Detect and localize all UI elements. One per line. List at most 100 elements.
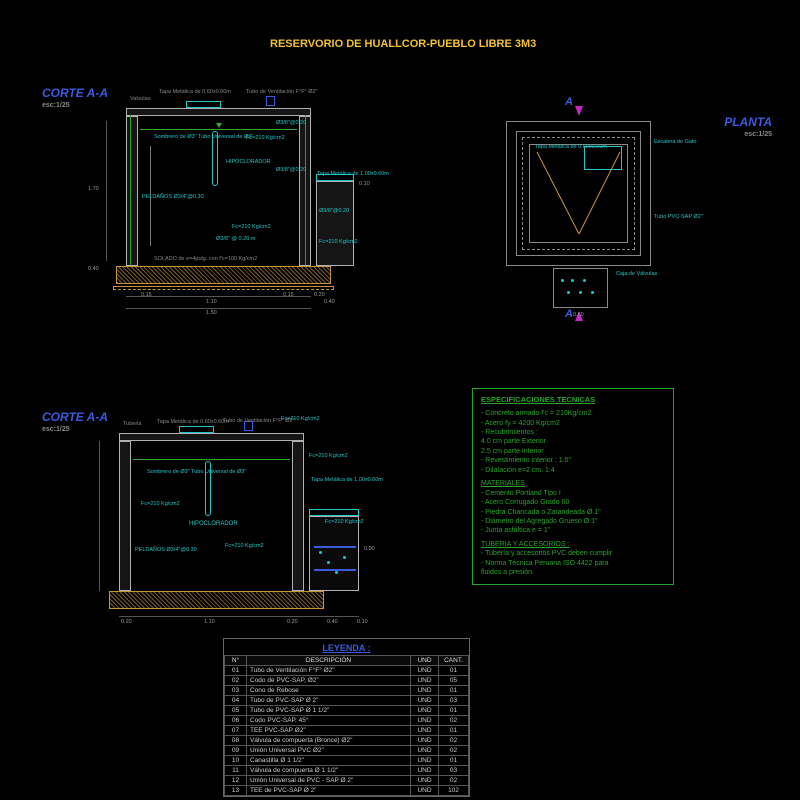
table-row: 08Válvula de compuerta (Bronce) Ø2"UND02 [225,736,469,746]
ann-peldanos1: PELDAÑOS Ø3/4"@0.30 [142,194,204,200]
ann-fc3: Fc=210 Kg/cm2 [319,239,358,245]
table-cell: TEE PVC-SAP Ø2" [247,726,411,736]
table-cell: UND [411,786,439,796]
spec-line-a1: - Acero fy = 4200 Kg/cm2 [481,419,665,428]
c2-hipo-label: HIPOCLORADOR [189,521,238,527]
c2-pipe2 [314,569,356,571]
c2-fc-e: Fc=210 Kg/cm2 [141,501,180,507]
legend-title: LEYENDA : [224,639,469,655]
table-cell: Unión Universal de PVC - SAP Ø 2" [247,776,411,786]
corte1-drawing: Tapa Metálica de 0.60x0.60m Tubo de Vent… [115,95,355,310]
pl-dot5 [579,291,582,294]
planta-name: PLANTA [724,115,772,129]
table-cell: Tubo de PVC-SAP Ø 2" [247,696,411,706]
c2-d1 [319,551,322,554]
table-cell: Cono de Rebose [247,686,411,696]
table-cell: 01 [225,666,247,676]
spec-line-b1: - Acero Corrugado Grado 60 [481,498,665,507]
c2-peld: PELDAÑOS Ø3/4"@0.30 [135,547,197,553]
table-cell: 03 [439,696,469,706]
table-cell: 102 [439,786,469,796]
rebar-l [130,115,131,265]
table-cell: 06 [225,716,247,726]
table-cell: UND [411,756,439,766]
spec-sub-mat: MATERIALES [481,479,665,488]
table-cell: Codo PVC-SAP, 45° [247,716,411,726]
ann-fc1: Fc=210 Kg/cm2 [246,135,285,141]
water-line [140,129,297,130]
table-cell: Válvula de compuerta (Bronce) Ø2" [247,736,411,746]
rebar-r [305,115,306,265]
table-cell: UND [411,726,439,736]
table-cell: 10 [225,756,247,766]
legend-th-num: N° [225,656,247,666]
dim-0-20: 0.20 [314,292,325,298]
dim-0-15l: 0.15 [141,292,152,298]
table-cell: 03 [225,686,247,696]
table-cell: 11 [225,766,247,776]
table-row: 01Tubo de Ventilación F°F° Ø2"UND01 [225,666,469,676]
ann-valv: Valvulas [130,96,150,102]
c2-valve-lid [309,509,359,516]
pl-dot6 [591,291,594,294]
dim-0-40g: 0.40 [324,299,335,305]
table-row: 10Canastilla Ø 1 1/2"UND01 [225,756,469,766]
corte2-name: CORTE A-A [42,410,108,424]
table-cell: 02 [225,676,247,686]
table-cell: Tubo de Ventilación F°F° Ø2" [247,666,411,676]
ann-solado: SOLADO de e=4pulg. con f'c=100 Kg/cm2 [154,256,257,262]
ann-fc2: Fc=210 Kg/cm2 [232,224,271,230]
c2-fc-b: Fc=210 Kg/cm2 [309,453,348,459]
spec-line-a2: - Recubrimientos : [481,428,665,437]
dim-0-10: 0.10 [359,181,370,187]
table-cell: 01 [439,666,469,676]
legend-table: N° DESCRIPCIÓN UND CANT. 01Tubo de Venti… [224,655,469,796]
view-corte2-title: CORTE A-A esc:1/25 [42,410,108,433]
c2-dimE: 0.10 [357,619,368,625]
c2-valve-box [309,516,359,591]
table-row: 11Válvula de compuerta Ø 1 1/2"UND03 [225,766,469,776]
floor-slab [116,266,331,284]
spec-line-a3: 4.0 cm parte Exterior [481,437,665,446]
table-cell: UND [411,686,439,696]
dim-1-70: 1.70 [88,186,99,192]
ann-tubo-vent: Tubo de Ventilación F°F° Ø2" [246,89,318,95]
left-wall [126,116,138,266]
table-row: 09Unión Universal PVC Ø2"UND02 [225,746,469,756]
c2-tuberia: Tuberia [123,421,141,427]
c2-somb: Sombrero de Ø3" Tubo Universal de Ø3" [147,469,246,475]
corte1-scale: esc:1/25 [42,102,108,109]
table-cell: TEE de PVC-SAP Ø 2" [247,786,411,796]
table-row: 06Codo PVC-SAP, 45°UND02 [225,716,469,726]
dim-0-40: 0.40 [88,266,99,272]
table-cell: 01 [439,686,469,696]
c2-dimA: 0.20 [121,619,132,625]
c2-rw [292,441,304,591]
dim-1-50: 1.50 [206,310,217,316]
legend-th-cant: CANT. [439,656,469,666]
pl-ann-escalera: Escalera de Gato [654,139,697,145]
pl-ann-sap: Tubo PVC-SAP Ø2" [654,214,703,220]
c2-d2 [327,561,330,564]
legend-th-desc: DESCRIPCIÓN [247,656,411,666]
table-cell: UND [411,666,439,676]
table-cell: UND [411,776,439,786]
table-cell: 01 [439,706,469,716]
table-cell: 02 [439,776,469,786]
c2-dimB: 1.10 [204,619,215,625]
c2-tapab: Tapa Metálica de 1.00x0.60m [311,477,383,483]
table-cell: UND [411,676,439,686]
spec-sub-tub: TUBERIA Y ACCESORIOS : [481,540,665,549]
table-cell: Tubo de PVC-SAP Ø 1 1/2" [247,706,411,716]
table-cell: 09 [225,746,247,756]
pl-dim-060: 0.60 [573,312,584,318]
table-cell: UND [411,736,439,746]
table-cell: 02 [439,716,469,726]
table-cell: Válvula de compuerta Ø 1 1/2" [247,766,411,776]
table-cell: 05 [225,706,247,716]
spec-line-a6: - Dilatación e=2 cm. 1:4 [481,466,665,475]
table-cell: UND [411,746,439,756]
dim-0-15r: 0.15 [283,292,294,298]
pl-dot4 [567,291,570,294]
pl-ann-caja: Caja de Válvulas [616,271,657,277]
